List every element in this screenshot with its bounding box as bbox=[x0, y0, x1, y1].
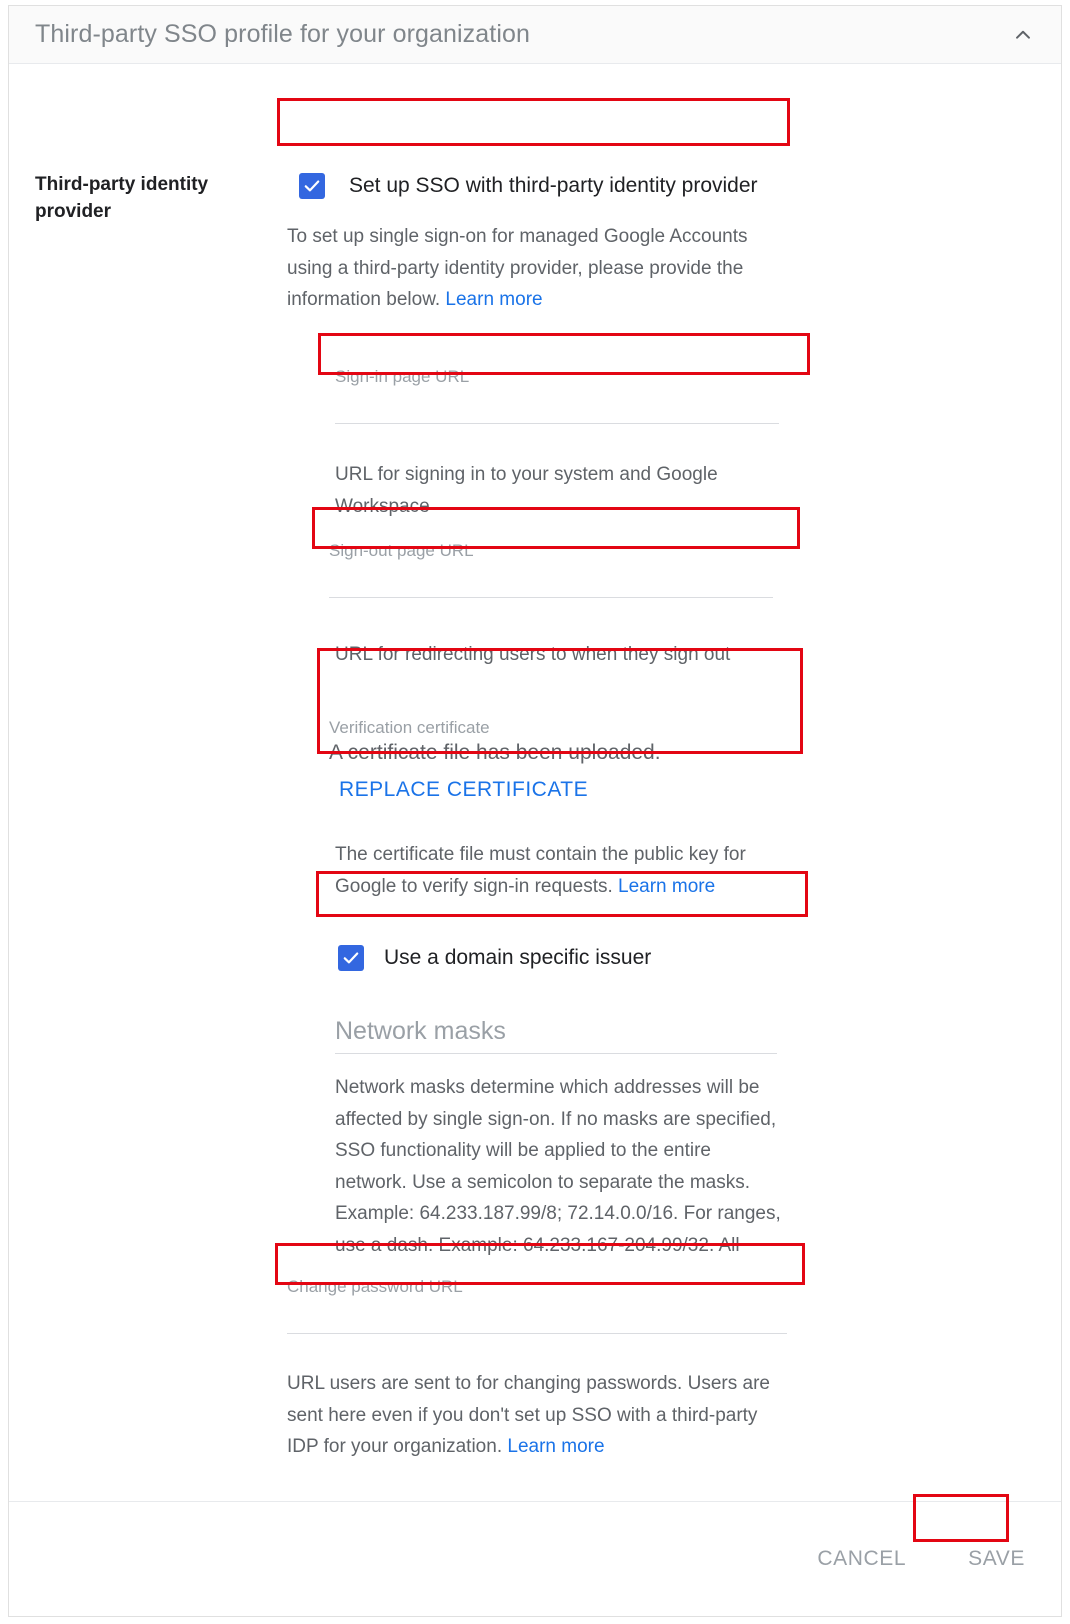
sign-in-url-help: URL for signing in to your system and Go… bbox=[335, 464, 718, 517]
sign-in-url-label: Sign-in page URL bbox=[335, 367, 470, 386]
sign-out-url-help: URL for redirecting users to when they s… bbox=[335, 644, 731, 665]
network-masks-divider bbox=[335, 1053, 777, 1054]
change-password-url-input[interactable] bbox=[287, 1298, 787, 1334]
setup-sso-checkbox-label: Set up SSO with third-party identity pro… bbox=[349, 174, 758, 197]
page-title: Third-party SSO profile for your organiz… bbox=[35, 20, 530, 48]
change-password-url-help: URL users are sent to for changing passw… bbox=[287, 1368, 787, 1463]
replace-certificate-button[interactable]: REPLACE CERTIFICATE bbox=[339, 778, 588, 802]
sign-in-url-input[interactable] bbox=[335, 388, 779, 424]
sign-in-url-field: Sign-in page URL bbox=[335, 366, 779, 424]
sso-profile-card: Third-party SSO profile for your organiz… bbox=[8, 5, 1062, 1617]
intro-learn-more-link[interactable]: Learn more bbox=[445, 289, 542, 310]
card-footer: CANCEL SAVE bbox=[9, 1501, 1061, 1616]
chevron-up-icon bbox=[1010, 22, 1036, 48]
sign-out-url-input[interactable] bbox=[329, 562, 773, 598]
sso-settings-screen: Third-party SSO profile for your organiz… bbox=[0, 0, 1070, 1624]
sign-out-url-field: Sign-out page URL bbox=[329, 540, 773, 598]
certificate-learn-more-link[interactable]: Learn more bbox=[618, 876, 715, 897]
change-password-learn-more-link[interactable]: Learn more bbox=[507, 1436, 604, 1457]
checkbox-checked-icon[interactable] bbox=[338, 945, 364, 971]
save-button[interactable]: SAVE bbox=[952, 1537, 1041, 1581]
certificate-help: The certificate file must contain the pu… bbox=[335, 839, 781, 902]
checkbox-checked-icon[interactable] bbox=[299, 173, 325, 199]
verification-certificate-block: Verification certificate A certificate f… bbox=[329, 717, 811, 802]
change-password-url-field: Change password URL bbox=[287, 1276, 787, 1334]
setup-sso-checkbox-row[interactable]: Set up SSO with third-party identity pro… bbox=[287, 162, 799, 210]
verification-certificate-label: Verification certificate bbox=[329, 718, 490, 737]
collapse-toggle-button[interactable] bbox=[1003, 15, 1043, 55]
network-masks-heading: Network masks bbox=[335, 1014, 777, 1054]
intro-description: To set up single sign-on for managed Goo… bbox=[287, 221, 781, 316]
card-body: Third-party identity provider Set up SSO… bbox=[9, 64, 1061, 1501]
section-label: Third-party identity provider bbox=[35, 174, 209, 222]
network-masks-description: Network masks determine which addresses … bbox=[335, 1077, 781, 1256]
change-password-url-label: Change password URL bbox=[287, 1277, 463, 1296]
card-header: Third-party SSO profile for your organiz… bbox=[9, 6, 1061, 64]
cancel-button[interactable]: CANCEL bbox=[801, 1537, 922, 1581]
verification-certificate-status: A certificate file has been uploaded. bbox=[329, 741, 661, 764]
domain-specific-issuer-label: Use a domain specific issuer bbox=[384, 946, 652, 969]
sign-out-url-label: Sign-out page URL bbox=[329, 541, 474, 560]
network-masks-title: Network masks bbox=[335, 1017, 506, 1045]
domain-specific-issuer-checkbox-row[interactable]: Use a domain specific issuer bbox=[324, 935, 814, 981]
